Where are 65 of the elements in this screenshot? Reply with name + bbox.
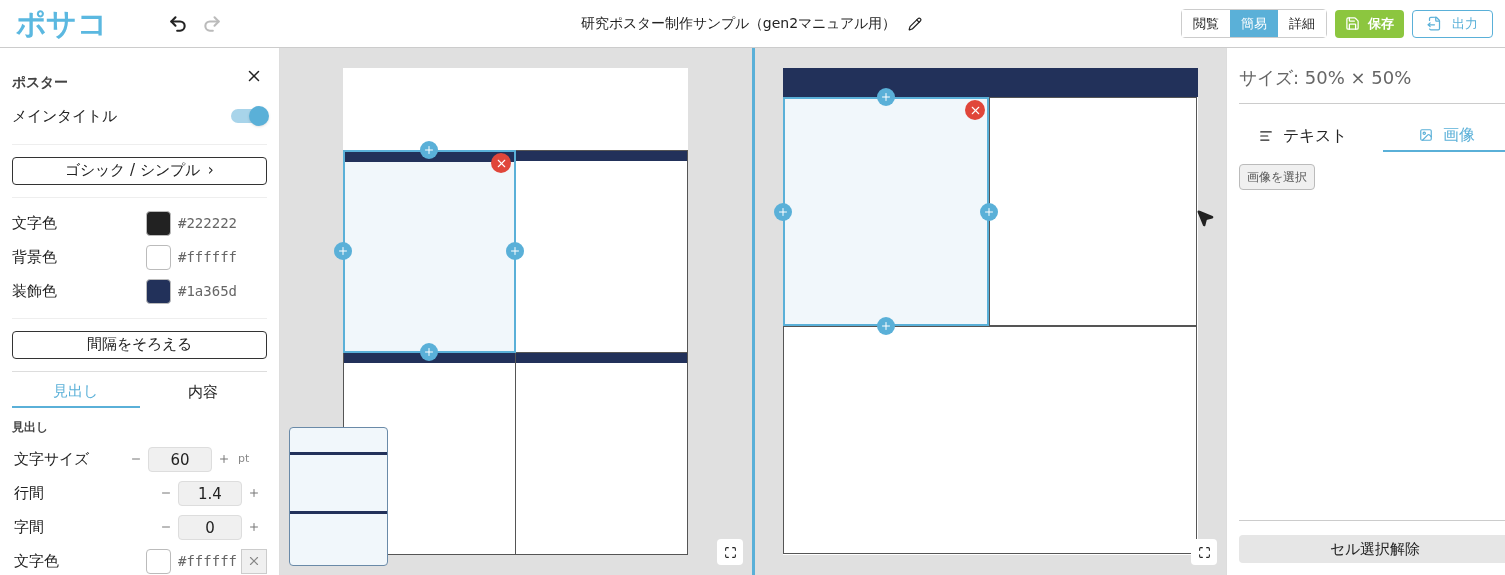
color-swatch[interactable] <box>146 548 171 574</box>
section-title: ポスター <box>12 73 68 92</box>
poster-title: 研究ポスター制作サンプル（gen2マニュアル用） <box>580 14 897 33</box>
number-field[interactable]: 0 <box>178 514 242 540</box>
color-swatch[interactable] <box>146 279 171 304</box>
add-cell-button[interactable] <box>774 202 792 221</box>
mouse-cursor-icon <box>1195 208 1215 228</box>
color-label: 文字色 <box>12 213 58 235</box>
plus-icon <box>337 245 349 257</box>
color-label: 背景色 <box>12 247 58 269</box>
plus-icon <box>983 205 995 218</box>
expand-icon <box>1197 545 1211 559</box>
section-tab[interactable]: 内容 <box>139 377 267 408</box>
save-icon <box>1345 16 1360 31</box>
poster-cell[interactable] <box>783 326 1197 554</box>
close-icon <box>247 554 261 568</box>
poster-cell[interactable] <box>989 97 1197 326</box>
subheading: 見出し <box>12 418 49 436</box>
increase-button[interactable] <box>248 487 260 499</box>
minimap-overlay[interactable] <box>289 427 388 566</box>
poster-cell[interactable] <box>515 352 688 555</box>
plus-icon <box>777 205 789 218</box>
content-tab[interactable]: テキスト <box>1239 120 1367 152</box>
field-label: 行間 <box>13 482 45 504</box>
color-swatch[interactable] <box>146 245 171 270</box>
field-label: 字間 <box>13 516 45 538</box>
deselect-cell-button[interactable]: セル選択解除 <box>1239 535 1505 563</box>
align-spacing-button[interactable]: 間隔をそろえる <box>12 330 267 359</box>
color-value: #ffffff <box>178 248 237 267</box>
plus-icon <box>509 245 521 257</box>
color-value: #222222 <box>178 214 237 233</box>
fullscreen-button[interactable] <box>1191 539 1217 565</box>
color-value: #ffffff <box>178 551 237 571</box>
plus-icon <box>423 346 435 358</box>
file-icon <box>1427 16 1442 31</box>
number-field[interactable]: 1.4 <box>178 480 242 506</box>
image-icon <box>1419 128 1433 142</box>
select-image-button[interactable]: 画像を選択 <box>1239 164 1315 190</box>
unit-label: pt <box>238 450 250 467</box>
color-value: #1a365d <box>178 282 237 301</box>
fullscreen-button[interactable] <box>717 539 743 565</box>
color-label: 文字色 <box>13 550 60 572</box>
poster-cell[interactable] <box>783 97 989 326</box>
add-cell-button[interactable] <box>334 242 352 260</box>
clear-color-button[interactable] <box>241 548 267 574</box>
poster-cell[interactable] <box>343 150 516 353</box>
toggle-label: メインタイトル <box>12 106 117 127</box>
undo-icon[interactable] <box>168 13 188 34</box>
color-swatch[interactable] <box>146 211 171 236</box>
increase-button[interactable] <box>248 521 260 533</box>
field-label: 文字サイズ <box>13 448 90 470</box>
font-style-button[interactable]: ゴシック / シンプル › <box>12 156 267 185</box>
plus-icon <box>880 91 892 103</box>
plus-icon <box>423 144 435 156</box>
add-cell-button[interactable] <box>420 141 438 159</box>
plus-icon <box>880 320 892 332</box>
cell-size-label: サイズ: 50% × 50% <box>1239 64 1505 104</box>
poster-cell[interactable] <box>515 150 688 353</box>
edit-icon[interactable] <box>908 16 923 31</box>
expand-icon <box>723 545 737 559</box>
color-label: 装飾色 <box>12 281 58 303</box>
number-field[interactable]: 60 <box>148 446 212 472</box>
redo-icon[interactable] <box>202 13 222 34</box>
text-lines-icon <box>1259 129 1273 143</box>
increase-button[interactable] <box>218 453 230 465</box>
